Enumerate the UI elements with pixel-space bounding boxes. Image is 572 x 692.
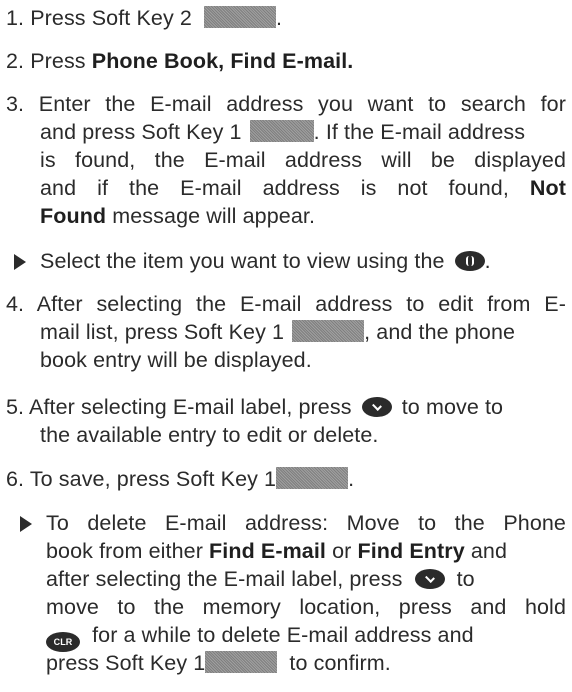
step-3-text-2a: and press Soft Key 1 bbox=[40, 120, 242, 144]
navigation-up-down-key-icon bbox=[454, 251, 485, 271]
bullet-delete-line-4: move to the memory location, press and h… bbox=[46, 594, 566, 620]
step-3-text-5: message will appear. bbox=[106, 204, 316, 228]
step-2-bold: Phone Book, Find E-mail. bbox=[91, 49, 354, 73]
bullet-delete-line-2: book from either Find E-mail or Find Ent… bbox=[46, 538, 566, 564]
step-5-line-1: 5. After selecting E-mail label, press t… bbox=[6, 394, 566, 420]
step-3-line-5: Found message will appear. bbox=[40, 203, 566, 229]
bullet-2-text-4: move to the memory location, press and h… bbox=[46, 595, 566, 619]
step-4-text-2b: , and the phone bbox=[364, 320, 516, 344]
step-2: 2. Press Phone Book, Find E-mail. bbox=[6, 48, 566, 74]
step-5-text-1b: to move to bbox=[401, 395, 504, 419]
bullet-1-period: . bbox=[484, 249, 491, 273]
soft-key-2-icon bbox=[204, 6, 277, 28]
step-3-text-1: 3. Enter the E-mail address you want to … bbox=[6, 92, 566, 116]
step-3-line-1: 3. Enter the E-mail address you want to … bbox=[6, 91, 566, 117]
step-1: 1. Press Soft Key 2 . bbox=[6, 5, 566, 31]
step-3-line-3: is found, the E-mail address will be dis… bbox=[40, 147, 566, 173]
bullet-2-bold-find-email: Find E-mail bbox=[209, 539, 326, 563]
step-4-line-3: book entry will be displayed. bbox=[40, 347, 566, 373]
bullet-2-text-3b: to bbox=[456, 567, 475, 591]
step-1-period: . bbox=[276, 6, 283, 30]
triangle-bullet-icon bbox=[14, 254, 26, 270]
soft-key-1-icon bbox=[276, 467, 349, 489]
bullet-2-text-or: or bbox=[326, 539, 358, 563]
step-3-bold-found: Found bbox=[40, 204, 107, 228]
bullet-select-item: Select the item you want to view using t… bbox=[40, 248, 566, 274]
step-3-text-4: and if the E-mail address is not found, bbox=[40, 176, 509, 200]
bullet-2-text-6b: to confirm. bbox=[289, 651, 391, 675]
step-4-text-1: 4. After selecting the E-mail address to… bbox=[6, 292, 566, 316]
bullet-2-bold-find-entry: Find Entry bbox=[357, 539, 465, 563]
step-4-text-2a: mail list, press Soft Key 1 bbox=[40, 320, 285, 344]
step-4-text-3: book entry will be displayed. bbox=[40, 348, 312, 372]
bullet-2-text-2a: book from either bbox=[46, 539, 210, 563]
step-6-period: . bbox=[348, 467, 355, 491]
step-3-line-4: and if the E-mail address is not found, … bbox=[40, 175, 566, 201]
step-4-line-1: 4. After selecting the E-mail address to… bbox=[6, 291, 566, 317]
bullet-1-text: Select the item you want to view using t… bbox=[40, 249, 445, 273]
bullet-2-text-2b: and bbox=[464, 539, 508, 563]
bullet-2-text-3a: after selecting the E-mail label, press bbox=[46, 567, 403, 591]
soft-key-1-icon bbox=[249, 120, 314, 142]
bullet-delete-line-1: To delete E-mail address: Move to the Ph… bbox=[46, 510, 566, 536]
bullet-2-text-5: for a while to delete E-mail address and bbox=[92, 623, 474, 647]
step-5-text-1a: 5. After selecting E-mail label, press bbox=[6, 395, 352, 419]
step-3-text-3: is found, the E-mail address will be dis… bbox=[40, 148, 566, 172]
step-4-line-2: mail list, press Soft Key 1 , and the ph… bbox=[40, 319, 566, 345]
step-3-bold-not: Not bbox=[529, 176, 566, 200]
soft-key-1-icon bbox=[292, 320, 365, 342]
bullet-delete-line-3: after selecting the E-mail label, press … bbox=[46, 566, 566, 592]
step-1-text: 1. Press Soft Key 2 bbox=[6, 6, 192, 30]
bullet-delete-line-5: CLR for a while to delete E-mail address… bbox=[46, 622, 566, 652]
bullet-2-text-1: To delete E-mail address: Move to the Ph… bbox=[46, 511, 566, 535]
step-6-text: 6. To save, press Soft Key 1 bbox=[6, 467, 277, 491]
navigation-down-key-icon bbox=[414, 569, 445, 589]
step-2-text: 2. Press bbox=[6, 49, 92, 73]
navigation-down-key-icon bbox=[361, 397, 392, 417]
triangle-bullet-icon bbox=[20, 516, 32, 532]
soft-key-1-icon bbox=[205, 651, 278, 673]
step-3-text-2b: . If the E-mail address bbox=[313, 120, 526, 144]
step-5-line-2: the available entry to edit or delete. bbox=[40, 422, 566, 448]
step-6: 6. To save, press Soft Key 1. bbox=[6, 466, 566, 492]
bullet-delete-line-6: press Soft Key 1 to confirm. bbox=[46, 650, 566, 676]
bullet-2-text-6a: press Soft Key 1 bbox=[46, 651, 206, 675]
clear-key-icon: CLR bbox=[46, 632, 80, 652]
step-3-line-2: and press Soft Key 1 . If the E-mail add… bbox=[40, 119, 566, 145]
step-5-text-2: the available entry to edit or delete. bbox=[40, 423, 379, 447]
